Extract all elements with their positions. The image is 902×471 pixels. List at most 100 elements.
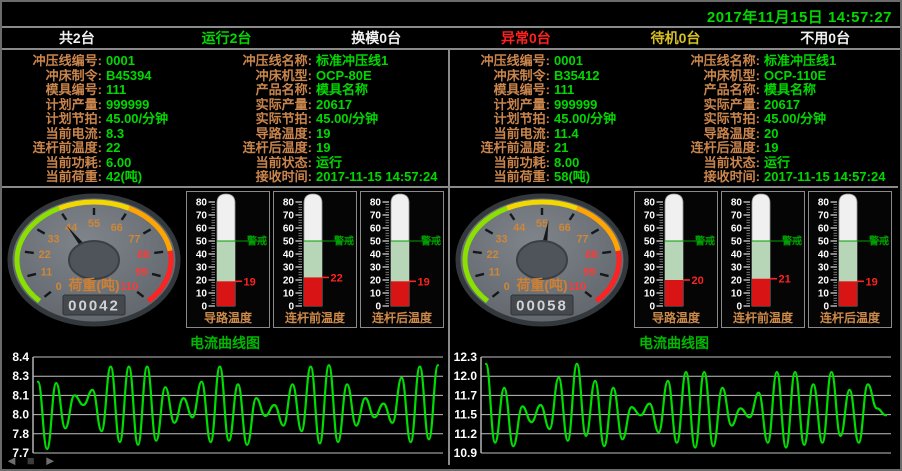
info-value: 运行 bbox=[316, 156, 342, 171]
info-field: 当前状态: 运行 bbox=[216, 156, 446, 171]
svg-text:22: 22 bbox=[486, 249, 498, 261]
info-label: 当前功耗: bbox=[454, 156, 550, 171]
svg-text:40: 40 bbox=[818, 250, 830, 261]
thermometer-svg: 01020304050607080警戒19导路温度 bbox=[187, 192, 269, 327]
warn-label: 警戒 bbox=[781, 235, 802, 248]
thermo-value: 19 bbox=[866, 276, 878, 288]
thermometer-svg: 01020304050607080警戒19连杆后温度 bbox=[361, 192, 443, 327]
svg-text:40: 40 bbox=[370, 250, 382, 261]
info-value: 19 bbox=[316, 127, 330, 142]
info-value: 21 bbox=[554, 141, 568, 156]
info-label: 连杆前温度: bbox=[6, 141, 102, 156]
info-field: 导路温度: 20 bbox=[664, 127, 896, 142]
gauge-hub bbox=[69, 241, 119, 279]
svg-text:60: 60 bbox=[196, 224, 208, 235]
machines: 冲压线编号: 0001冲压线名称: 标准冲压线1冲床制令: B45394冲床机型… bbox=[2, 50, 900, 465]
load-gauge: 0112233445566778899110荷重(吨)00042 bbox=[5, 191, 183, 329]
svg-text:10.9: 10.9 bbox=[454, 446, 478, 460]
info-field: 当前电流: 11.4 bbox=[454, 127, 664, 142]
info-value: 19 bbox=[764, 141, 778, 156]
current-chart-section: 电流曲线图 8.48.38.18.07.87.7 bbox=[2, 332, 448, 465]
machine-info: 冲压线编号: 0001冲压线名称: 标准冲压线1冲床制令: B35412冲床机型… bbox=[450, 50, 898, 188]
info-field: 计划产量: 999999 bbox=[454, 98, 664, 113]
info-label: 冲压线编号: bbox=[454, 54, 550, 69]
svg-text:70: 70 bbox=[644, 211, 656, 222]
info-value: 20 bbox=[764, 127, 778, 142]
thermo-value: 20 bbox=[692, 275, 704, 287]
thermometer: 01020304050607080警戒20导路温度 bbox=[634, 191, 718, 328]
info-label: 冲床机型: bbox=[664, 69, 760, 84]
info-field: 冲压线名称: 标准冲压线1 bbox=[216, 54, 446, 69]
info-value: 2017-11-15 14:57:24 bbox=[316, 170, 437, 185]
page-thumb-icon[interactable]: ■ bbox=[27, 453, 35, 468]
load-gauge-svg: 0112233445566778899110荷重(吨)00042 bbox=[5, 191, 183, 329]
svg-text:20: 20 bbox=[196, 276, 208, 287]
warn-label: 警戒 bbox=[420, 235, 441, 248]
svg-text:30: 30 bbox=[818, 263, 830, 274]
thermometer: 01020304050607080警戒22连杆前温度 bbox=[273, 191, 357, 328]
thermo-label: 连杆后温度 bbox=[372, 310, 433, 325]
odometer-value: 00058 bbox=[516, 298, 568, 315]
info-value: 58(吨) bbox=[554, 170, 590, 185]
svg-text:55: 55 bbox=[536, 218, 548, 230]
svg-text:50: 50 bbox=[644, 237, 656, 248]
info-value: 6.00 bbox=[106, 156, 131, 171]
svg-text:110: 110 bbox=[120, 281, 138, 293]
svg-text:10: 10 bbox=[370, 289, 382, 300]
info-value: 42(吨) bbox=[106, 170, 142, 185]
info-field: 冲床制令: B45394 bbox=[6, 69, 216, 84]
info-label: 当前状态: bbox=[216, 156, 312, 171]
info-value: OCP-110E bbox=[764, 69, 826, 84]
info-field: 冲床机型: OCP-80E bbox=[216, 69, 446, 84]
svg-text:60: 60 bbox=[818, 224, 830, 235]
svg-text:50: 50 bbox=[370, 237, 382, 248]
status-mold-change: 换模0台 bbox=[301, 28, 451, 48]
svg-text:60: 60 bbox=[283, 224, 295, 235]
info-field: 当前功耗: 8.00 bbox=[454, 156, 664, 171]
svg-text:70: 70 bbox=[283, 211, 295, 222]
svg-text:30: 30 bbox=[196, 263, 208, 274]
info-label: 接收时间: bbox=[664, 170, 760, 185]
info-value: 2017-11-15 14:57:24 bbox=[764, 170, 885, 185]
info-field: 连杆后温度: 19 bbox=[664, 141, 896, 156]
gauge-title: 荷重(吨) bbox=[67, 277, 119, 293]
scroll-right-icon[interactable]: ► bbox=[44, 453, 57, 468]
thermometer: 01020304050607080警戒19连杆后温度 bbox=[360, 191, 444, 328]
machine-panel-2: 冲压线编号: 0001冲压线名称: 标准冲压线1冲床制令: B35412冲床机型… bbox=[450, 50, 898, 465]
svg-text:30: 30 bbox=[644, 263, 656, 274]
svg-text:55: 55 bbox=[88, 218, 100, 230]
info-label: 冲床机型: bbox=[216, 69, 312, 84]
thermo-value: 21 bbox=[779, 274, 791, 286]
info-value: 8.3 bbox=[106, 127, 124, 142]
info-value: 111 bbox=[106, 83, 126, 98]
svg-text:22: 22 bbox=[38, 249, 50, 261]
info-field: 连杆前温度: 21 bbox=[454, 141, 664, 156]
svg-text:88: 88 bbox=[585, 249, 597, 261]
gauge-hub bbox=[517, 241, 567, 279]
status-running: 运行2台 bbox=[152, 28, 302, 48]
info-label: 计划产量: bbox=[6, 98, 102, 113]
info-label: 计划节拍: bbox=[454, 112, 550, 127]
info-field: 冲床制令: B35412 bbox=[454, 69, 664, 84]
info-label: 冲床制令: bbox=[6, 69, 102, 84]
info-value: B35412 bbox=[554, 69, 600, 84]
info-field: 实际产量: 20617 bbox=[216, 98, 446, 113]
thermometer: 01020304050607080警戒21连杆前温度 bbox=[721, 191, 805, 328]
info-field: 模具编号: 111 bbox=[6, 83, 216, 98]
svg-text:11.7: 11.7 bbox=[454, 388, 477, 402]
svg-text:80: 80 bbox=[283, 198, 295, 209]
scroll-left-icon[interactable]: ◄ bbox=[5, 453, 18, 468]
info-field: 计划产量: 999999 bbox=[6, 98, 216, 113]
svg-text:0: 0 bbox=[504, 281, 510, 293]
info-field: 冲压线编号: 0001 bbox=[454, 54, 664, 69]
svg-text:50: 50 bbox=[283, 237, 295, 248]
svg-text:40: 40 bbox=[196, 250, 208, 261]
info-field: 当前电流: 8.3 bbox=[6, 127, 216, 142]
info-value: 45.00/分钟 bbox=[554, 112, 616, 127]
status-unused: 不用0台 bbox=[750, 28, 900, 48]
info-field: 计划节拍: 45.00/分钟 bbox=[454, 112, 664, 127]
warn-label: 警戒 bbox=[694, 235, 715, 248]
thermo-value: 19 bbox=[244, 276, 256, 288]
svg-text:60: 60 bbox=[731, 224, 743, 235]
info-label: 当前荷重: bbox=[454, 170, 550, 185]
